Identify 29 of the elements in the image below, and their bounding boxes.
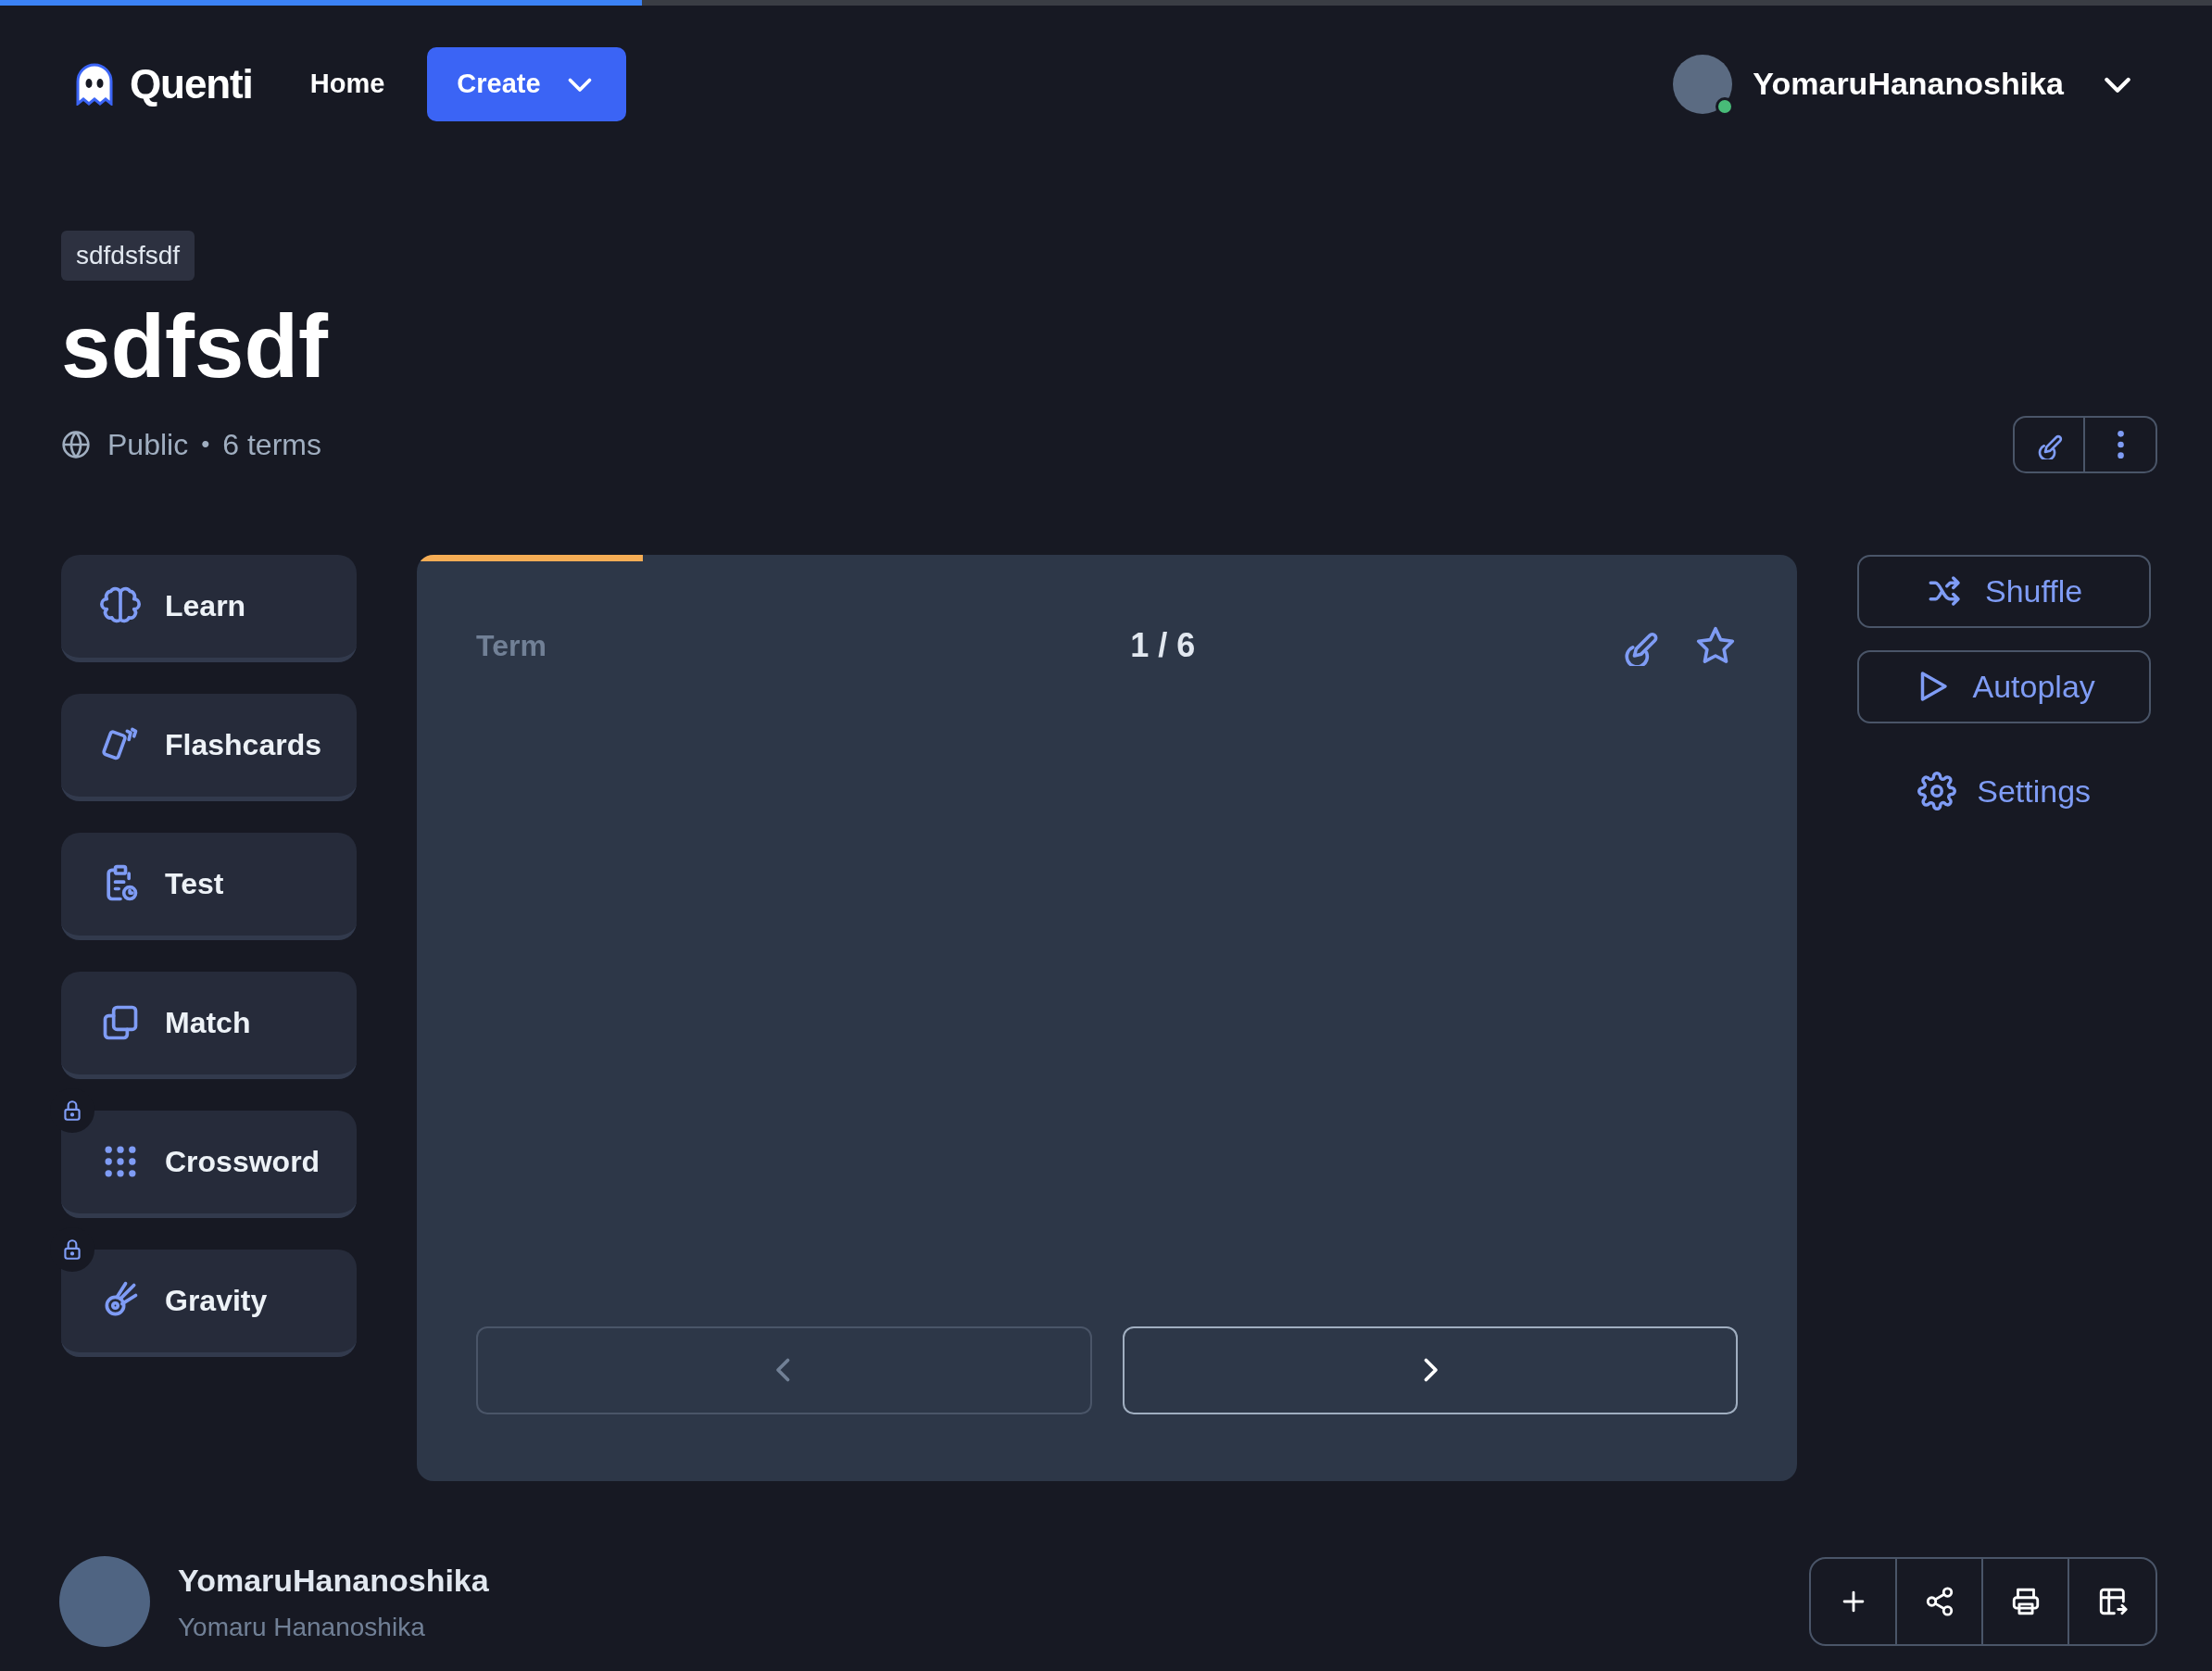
study-mode-button[interactable]: Test: [61, 832, 357, 940]
globe-icon: [61, 429, 91, 459]
settings-icon: [1917, 772, 1957, 811]
shuffle-button[interactable]: Shuffle: [1857, 554, 2151, 628]
owner-full-name: Yomaru Hananoshika: [178, 1611, 426, 1643]
card-side-label: Term: [476, 627, 547, 664]
folder-tag[interactable]: sdfdsfsdf: [61, 231, 195, 281]
study-mode-button[interactable]: Learn: [61, 554, 357, 662]
more-vertical-icon: [2117, 430, 2124, 459]
visibility-label: Public: [107, 426, 189, 463]
settings-button[interactable]: Settings: [1857, 754, 2151, 828]
nav-link[interactable]: Home: [309, 63, 385, 105]
autoplay-button[interactable]: Autoplay: [1857, 649, 2151, 723]
separator-dot: •: [201, 429, 210, 460]
card-counter: 1 / 6: [1129, 624, 1197, 666]
ghost-logo-icon: [76, 62, 113, 106]
study-mode-button[interactable]: Gravity: [61, 1249, 357, 1357]
next-button[interactable]: [1122, 1325, 1739, 1414]
star-icon: [1695, 624, 1737, 666]
study-mode-button[interactable]: Flashcards: [61, 693, 357, 801]
owner-username[interactable]: YomaruHananoshika: [178, 1556, 489, 1604]
set-title: sdfsdf: [61, 297, 330, 396]
user-name[interactable]: YomaruHananoshika: [1753, 60, 2064, 107]
study-mode-button[interactable]: Crossword: [61, 1110, 357, 1218]
flashcard[interactable]: Term 1 / 6: [417, 554, 1798, 1481]
create-button[interactable]: Create: [427, 46, 626, 121]
term-count: 6 terms: [222, 426, 321, 463]
brand-name: Quenti: [130, 59, 253, 108]
study-mode-button[interactable]: Match: [61, 971, 357, 1079]
